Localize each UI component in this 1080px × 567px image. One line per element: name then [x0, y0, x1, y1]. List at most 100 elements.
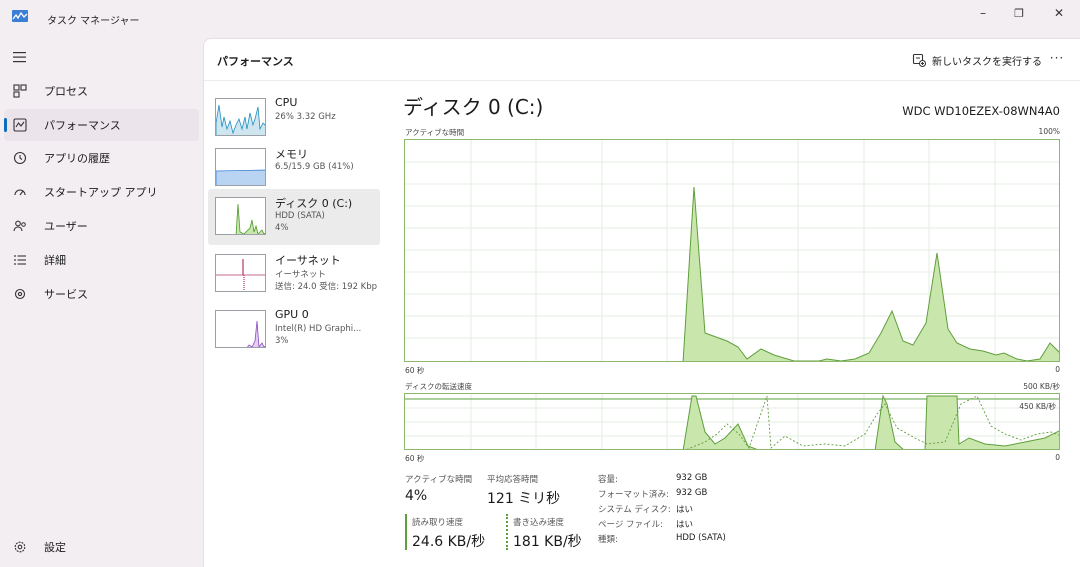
- more-options-button[interactable]: ···: [1048, 51, 1066, 69]
- transfer-rate-reference-label: 450 KB/秒: [1019, 402, 1056, 411]
- device-name: イーサネット: [275, 254, 341, 267]
- task-manager-app-icon: [12, 10, 28, 22]
- maximize-icon: ❐: [1014, 6, 1024, 20]
- startup-apps-icon: [12, 184, 28, 200]
- more-icon: ···: [1049, 51, 1065, 65]
- read-speed-legend-line: [405, 514, 407, 550]
- device-item-cpu[interactable]: CPU 26% 3.32 GHz: [208, 90, 380, 146]
- sidebar-item-label: パフォーマンス: [44, 119, 121, 132]
- processes-icon: [12, 83, 28, 99]
- sidebar-item-performance[interactable]: パフォーマンス: [4, 109, 199, 141]
- sidebar-item-app-history[interactable]: アプリの履歴: [4, 142, 199, 174]
- sidebar-item-label: アプリの履歴: [44, 152, 110, 165]
- window-title: タスク マネージャー: [47, 16, 140, 27]
- active-time-stat-value: 4%: [405, 488, 428, 504]
- disk-model: WDC WD10EZEX-08WN4A0: [902, 104, 1060, 118]
- hamburger-menu-icon[interactable]: [12, 50, 28, 64]
- device-item-gpu-0[interactable]: GPU 0 Intel(R) HD Graphi... 3%: [208, 302, 380, 358]
- sidebar-item-users[interactable]: ユーザー: [4, 210, 199, 242]
- disk-thumbnail-graph: [215, 197, 266, 235]
- capacity-value: 932 GB: [676, 473, 708, 483]
- page-file-value: はい: [676, 520, 694, 530]
- sidebar-item-settings[interactable]: 設定: [4, 531, 199, 563]
- active-time-stat-label: アクティブな時間: [405, 475, 473, 485]
- memory-thumbnail-graph: [215, 148, 266, 186]
- run-task-icon: [912, 53, 926, 67]
- active-time-timespan-label: 60 秒: [405, 366, 425, 375]
- device-item-disk-0[interactable]: ディスク 0 (C:) HDD (SATA) 4%: [208, 189, 380, 245]
- property-label: システム ディスク:: [598, 505, 671, 515]
- users-icon: [12, 218, 28, 234]
- sidebar: プロセス パフォーマンス アプリの履歴 スタートアップ アプリ ユーザー 詳細: [0, 36, 203, 567]
- transfer-rate-max-label: 500 KB/秒: [1023, 382, 1060, 391]
- device-utilization: 4%: [275, 223, 289, 233]
- system-disk-value: はい: [676, 505, 694, 515]
- device-detail: 26% 3.32 GHz: [275, 112, 336, 122]
- maximize-button[interactable]: ❐: [1002, 2, 1036, 24]
- settings-gear-icon: [12, 539, 28, 555]
- property-label: 容量:: [598, 475, 618, 485]
- sidebar-item-label: サービス: [44, 288, 88, 301]
- main-panel: パフォーマンス 新しいタスクを実行する ··· CPU 26% 3.32 GHz…: [203, 38, 1080, 567]
- details-icon: [12, 252, 28, 268]
- active-time-graph: [404, 139, 1060, 362]
- property-label: ページ ファイル:: [598, 520, 663, 530]
- active-indicator: [4, 118, 7, 132]
- device-item-ethernet[interactable]: イーサネット イーサネット 送信: 24.0 受信: 192 Kbp: [208, 246, 380, 302]
- active-time-min-label: 0: [1055, 365, 1060, 374]
- page-title: パフォーマンス: [217, 55, 294, 68]
- app-history-icon: [12, 150, 28, 166]
- read-speed-value: 24.6 KB/秒: [412, 534, 486, 550]
- property-label: フォーマット済み:: [598, 490, 669, 500]
- device-detail: 6.5/15.9 GB (41%): [275, 162, 354, 172]
- transfer-rate-graph-label: ディスクの転送速度: [405, 382, 472, 391]
- close-icon: ✕: [1053, 6, 1065, 20]
- device-utilization: 3%: [275, 336, 289, 346]
- performance-icon: [12, 117, 28, 133]
- sidebar-item-label: プロセス: [44, 85, 88, 98]
- sidebar-item-label: 詳細: [44, 254, 66, 267]
- property-label: 種類:: [598, 535, 618, 545]
- sidebar-item-label: ユーザー: [44, 220, 88, 233]
- formatted-value: 932 GB: [676, 488, 708, 498]
- title-bar: タスク マネージャー – ❐ ✕: [0, 0, 1080, 36]
- write-speed-legend-line: [506, 514, 508, 550]
- device-name: CPU: [275, 96, 298, 109]
- sidebar-item-label: 設定: [44, 541, 66, 554]
- device-name: GPU 0: [275, 308, 309, 321]
- sidebar-item-label: スタートアップ アプリ: [44, 186, 158, 199]
- minimize-button[interactable]: –: [966, 2, 1000, 24]
- close-button[interactable]: ✕: [1042, 2, 1076, 24]
- device-detail: Intel(R) HD Graphi...: [275, 324, 362, 334]
- device-name: ディスク 0 (C:): [275, 197, 353, 210]
- sidebar-item-processes[interactable]: プロセス: [4, 75, 199, 107]
- active-time-max-label: 100%: [1038, 127, 1060, 136]
- ethernet-thumbnail-graph: [215, 254, 266, 292]
- sidebar-item-startup-apps[interactable]: スタートアップ アプリ: [4, 176, 199, 208]
- write-speed-value: 181 KB/秒: [513, 534, 582, 550]
- device-detail: イーサネット: [275, 270, 326, 280]
- gpu-thumbnail-graph: [215, 310, 266, 348]
- device-name: メモリ: [275, 148, 308, 161]
- avg-response-time-label: 平均応答時間: [487, 475, 539, 485]
- services-icon: [12, 286, 28, 302]
- transfer-rate-timespan-label: 60 秒: [405, 454, 425, 463]
- avg-response-time-value: 121 ミリ秒: [487, 491, 561, 507]
- read-speed-label: 読み取り速度: [412, 518, 464, 528]
- transfer-rate-min-label: 0: [1055, 453, 1060, 462]
- active-time-graph-label: アクティブな時間: [405, 128, 465, 137]
- transfer-rate-graph: 450 KB/秒: [404, 393, 1060, 450]
- device-item-memory[interactable]: メモリ 6.5/15.9 GB (41%): [208, 140, 380, 196]
- write-speed-label: 書き込み速度: [513, 518, 565, 528]
- sidebar-item-details[interactable]: 詳細: [4, 244, 199, 276]
- minimize-icon: –: [980, 6, 986, 20]
- sidebar-item-services[interactable]: サービス: [4, 278, 199, 310]
- cpu-thumbnail-graph: [215, 98, 266, 136]
- device-detail: HDD (SATA): [275, 211, 325, 221]
- device-throughput: 送信: 24.0 受信: 192 Kbp: [275, 282, 378, 292]
- run-new-task-button[interactable]: 新しいタスクを実行する: [912, 51, 1042, 69]
- disk-title: ディスク 0 (C:): [403, 95, 544, 119]
- run-task-label: 新しいタスクを実行する: [932, 56, 1042, 68]
- main-header: パフォーマンス 新しいタスクを実行する ···: [204, 39, 1080, 81]
- disk-type-value: HDD (SATA): [676, 533, 726, 543]
